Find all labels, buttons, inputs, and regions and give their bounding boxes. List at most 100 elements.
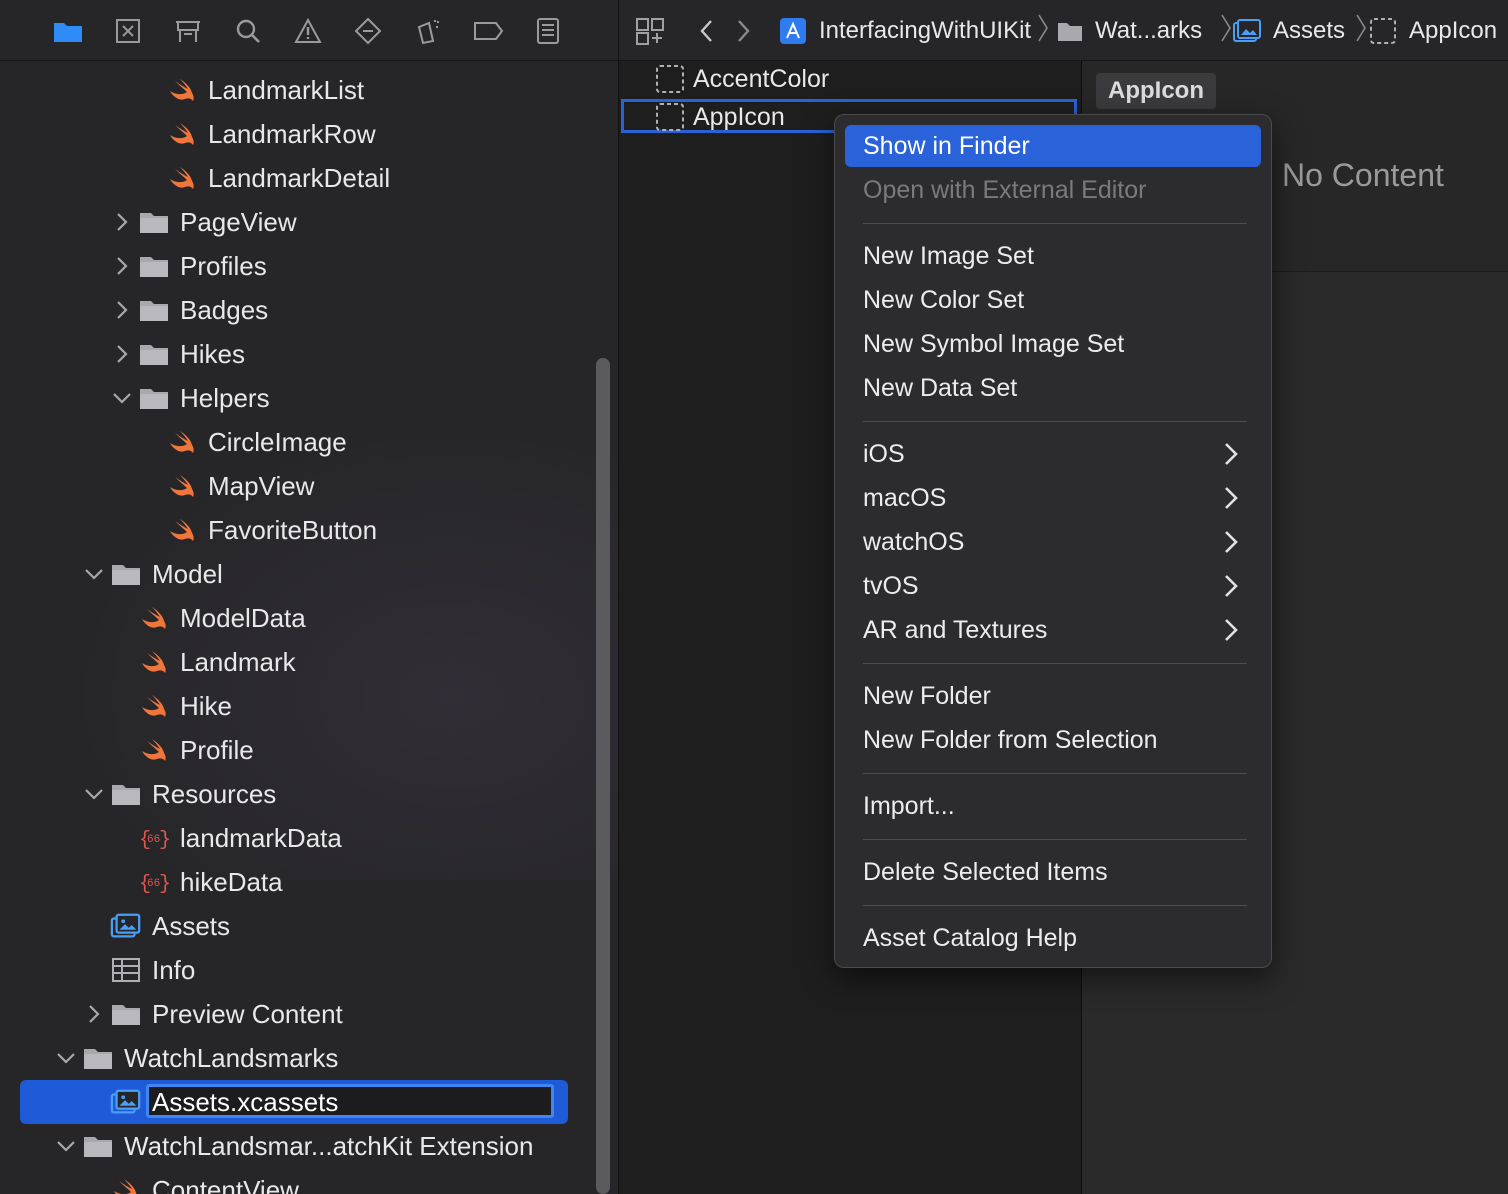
asset-list-item-label: AppIcon (693, 102, 785, 131)
menu-item[interactable]: iOS (845, 433, 1261, 475)
submenu-chevron-icon (1219, 617, 1243, 643)
tree-row[interactable]: Assets (0, 904, 590, 948)
chevron-down-icon[interactable] (112, 388, 132, 408)
tree-row[interactable]: PageView (0, 200, 590, 244)
menu-item[interactable]: Asset Catalog Help (845, 917, 1261, 959)
issue-icon[interactable] (291, 14, 325, 48)
tree-row[interactable]: Profiles (0, 244, 590, 288)
menu-item[interactable]: New Color Set (845, 279, 1261, 321)
back-chevron-icon[interactable] (697, 14, 715, 48)
navigator-scrollbar[interactable] (596, 358, 610, 1194)
jump-bar: InterfacingWithUIKit Wat...arks Assets A… (619, 0, 1508, 61)
tree-row[interactable]: Helpers (0, 376, 590, 420)
tree-row[interactable]: Assets.xcassets (0, 1080, 590, 1124)
chevron-right-icon[interactable] (112, 300, 132, 320)
tree-row[interactable]: WatchLandsmar...atchKit Extension (0, 1124, 590, 1168)
menu-item-label: New Image Set (863, 242, 1034, 270)
breakpoint-icon[interactable] (471, 14, 505, 48)
tree-row[interactable]: FavoriteButton (0, 508, 590, 552)
source-control-icon[interactable] (111, 14, 145, 48)
tree-row-label: Hikes (180, 339, 246, 369)
chevron-right-icon[interactable] (112, 212, 132, 232)
swift-file-icon (166, 74, 198, 106)
tree-row-label: Profiles (180, 251, 267, 281)
symbol-icon[interactable] (171, 14, 205, 48)
menu-item[interactable]: Show in Finder (845, 125, 1261, 167)
jumpbar-project-label: InterfacingWithUIKit (819, 17, 1032, 44)
svg-text:}: } (159, 829, 170, 851)
test-icon[interactable] (351, 14, 385, 48)
submenu-chevron-icon (1219, 441, 1243, 467)
folder-icon (138, 294, 170, 326)
menu-item[interactable]: New Folder (845, 675, 1261, 717)
swift-file-icon (138, 690, 170, 722)
swift-file-icon (166, 118, 198, 150)
path-separator-icon (1220, 13, 1232, 50)
tree-row[interactable]: Badges (0, 288, 590, 332)
jumpbar-asset[interactable]: AppIcon (1369, 14, 1497, 48)
tree-row[interactable]: Preview Content (0, 992, 590, 1036)
menu-item[interactable]: macOS (845, 477, 1261, 519)
jumpbar-project[interactable]: InterfacingWithUIKit (779, 14, 1049, 48)
asset-list-item[interactable]: AppIcon (655, 99, 785, 135)
folder-icon[interactable] (51, 14, 85, 48)
menu-item[interactable]: tvOS (845, 565, 1261, 607)
chevron-down-icon[interactable] (56, 1136, 76, 1156)
tree-row[interactable]: Info (0, 948, 590, 992)
tree-row[interactable]: ContentView (0, 1168, 590, 1194)
menu-item[interactable]: New Folder from Selection (845, 719, 1261, 761)
asset-placeholder-icon (1369, 17, 1397, 45)
menu-item[interactable]: Delete Selected Items (845, 851, 1261, 893)
menu-item[interactable]: Import... (845, 785, 1261, 827)
chevron-right-icon[interactable] (84, 1004, 104, 1024)
report-icon[interactable] (531, 14, 565, 48)
context-menu: Show in Finder Open with External Editor N… (834, 114, 1272, 968)
menu-item[interactable]: New Image Set (845, 235, 1261, 277)
tree-row[interactable]: ModelData (0, 596, 590, 640)
forward-chevron-icon[interactable] (735, 14, 753, 48)
folder-icon (110, 998, 142, 1030)
chevron-down-icon[interactable] (84, 564, 104, 584)
asset-list-item[interactable]: AccentColor (655, 61, 829, 97)
chevron-right-icon[interactable] (112, 344, 132, 364)
tree-row-label: Resources (152, 779, 277, 809)
find-icon[interactable] (231, 14, 265, 48)
folder-icon (138, 250, 170, 282)
jumpbar-catalog[interactable]: Assets (1233, 14, 1367, 48)
tree-row-label: Hike (180, 691, 233, 721)
tree-row[interactable]: MapView (0, 464, 590, 508)
tree-row[interactable]: CircleImage (0, 420, 590, 464)
tree-row[interactable]: WatchLandsmarks (0, 1036, 590, 1080)
related-items-icon[interactable] (635, 14, 665, 48)
svg-text:}: } (159, 873, 170, 895)
chevron-right-icon[interactable] (112, 256, 132, 276)
tree-row[interactable]: {66} hikeData (0, 860, 590, 904)
chevron-down-icon[interactable] (56, 1048, 76, 1068)
folder-icon (138, 382, 170, 414)
tree-row[interactable]: Model (0, 552, 590, 596)
asset-name-tab[interactable]: AppIcon (1096, 73, 1216, 109)
jumpbar-folder[interactable]: Wat...arks (1057, 14, 1232, 48)
tree-row[interactable]: LandmarkDetail (0, 156, 590, 200)
tree-row[interactable]: {66} landmarkData (0, 816, 590, 860)
menu-item-label: Import... (863, 792, 955, 820)
tree-row-label: WatchLandsmar...atchKit Extension (124, 1131, 534, 1161)
tree-row[interactable]: Hikes (0, 332, 590, 376)
menu-item[interactable]: New Data Set (845, 367, 1261, 409)
tree-row[interactable]: Resources (0, 772, 590, 816)
tree-row[interactable]: LandmarkList (0, 68, 590, 112)
menu-item[interactable]: watchOS (845, 521, 1261, 563)
tree-row[interactable]: Landmark (0, 640, 590, 684)
menu-item[interactable]: AR and Textures (845, 609, 1261, 651)
chevron-down-icon[interactable] (84, 784, 104, 804)
debug-icon[interactable] (411, 14, 445, 48)
tree-row[interactable]: Profile (0, 728, 590, 772)
tree-row[interactable]: LandmarkRow (0, 112, 590, 156)
tree-row-label: Assets.xcassets (152, 1087, 339, 1117)
tree-row-label: FavoriteButton (208, 515, 378, 545)
xcode-project-icon (779, 17, 807, 45)
swift-file-icon (166, 162, 198, 194)
menu-item[interactable]: New Symbol Image Set (845, 323, 1261, 365)
tree-row-label: Badges (180, 295, 269, 325)
tree-row[interactable]: Hike (0, 684, 590, 728)
